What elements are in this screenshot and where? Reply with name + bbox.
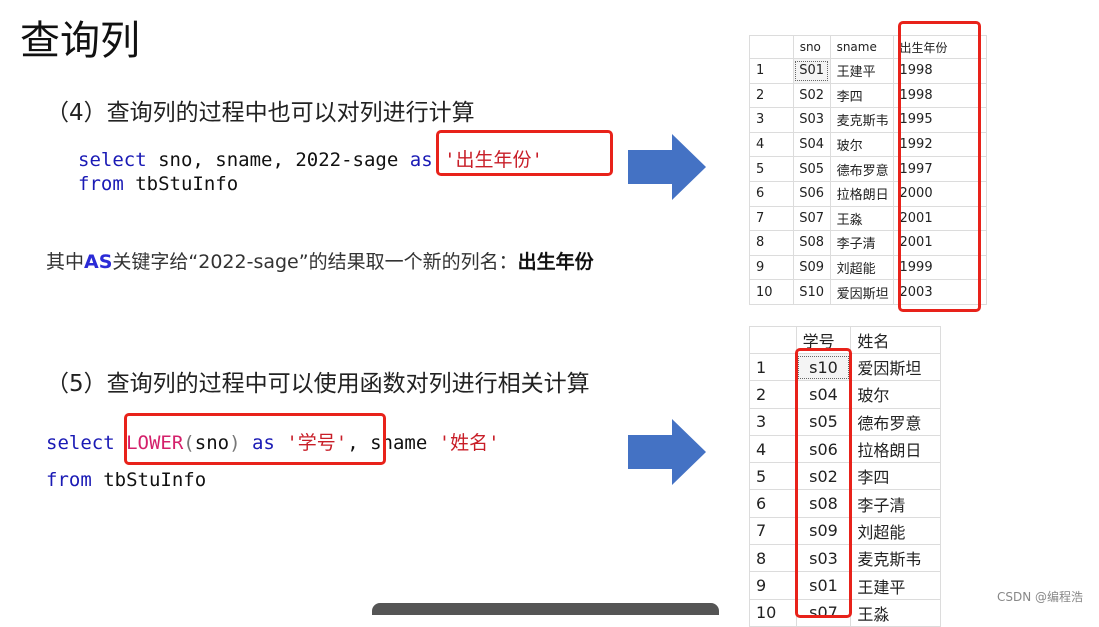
row-number[interactable]: 1 [749,352,797,382]
page-title: 查询列 [20,18,140,64]
highlight-box-lower [124,413,386,465]
table-cell[interactable]: 德布罗意 [850,407,941,436]
row-number[interactable]: 6 [749,180,794,207]
table-cell[interactable]: 刘超能 [850,516,941,546]
section5-heading: （5）查询列的过程中可以使用函数对列进行相关计算 [46,371,590,397]
arrow-right-icon [628,419,706,485]
table-cell[interactable]: S01 [792,58,831,84]
note-mid: 关键字给“2022-sage”的结果取一个新的列名： [112,251,518,273]
table-cell[interactable]: 玻尔 [850,380,941,409]
row-number[interactable]: 4 [749,131,794,158]
table-cell[interactable]: 李四 [850,462,941,491]
table-cell[interactable]: 李四 [829,82,894,109]
row-number[interactable]: 10 [749,279,794,305]
table-cell[interactable]: 爱因斯坦 [829,279,894,305]
row-number[interactable]: 6 [749,489,797,518]
note-bold: 出生年份 [517,251,594,273]
table-cell[interactable]: 麦克斯韦 [829,107,894,133]
column-header[interactable] [749,326,797,354]
code-keyword-as: as [409,149,433,171]
section4-code-line2: from tbStuInfo [78,173,238,195]
row-number[interactable]: 5 [749,156,794,182]
table-cell[interactable]: 刘超能 [829,254,894,281]
table-cell[interactable]: S05 [792,156,831,182]
row-number[interactable]: 3 [749,107,794,133]
code-keyword-from: from [46,469,92,491]
code-keyword-select: select [78,149,147,171]
row-number[interactable]: 3 [749,407,797,436]
table-cell[interactable]: 德布罗意 [829,156,894,182]
table-cell[interactable]: S06 [792,180,831,207]
table-cell[interactable]: S03 [792,107,831,133]
note-as-keyword: AS [84,251,113,273]
table-cell[interactable]: 王建平 [850,571,941,600]
row-number[interactable]: 1 [749,58,794,84]
row-number[interactable]: 8 [749,544,797,573]
table-cell[interactable]: S09 [792,254,831,281]
section5-code-line2: from tbStuInfo [46,469,206,491]
table-cell[interactable]: S02 [792,82,831,109]
note-prefix: 其中 [46,251,85,273]
code-alias-string-2: '姓名' [438,432,500,454]
table-cell[interactable]: 王建平 [829,58,894,84]
table-cell[interactable]: 拉格朗日 [850,434,941,464]
highlight-box-birthyear-column [898,21,981,312]
code-keyword-from: from [78,173,124,195]
table-cell[interactable]: S07 [792,205,831,232]
table-cell[interactable]: 爱因斯坦 [850,352,941,382]
bottom-toolbar [372,603,719,615]
column-header[interactable] [749,35,794,59]
watermark: CSDN @编程浩 [996,590,1083,604]
table-cell[interactable]: 王淼 [829,205,894,232]
table-cell[interactable]: 李子清 [850,489,941,518]
row-number[interactable]: 2 [749,82,794,109]
row-number[interactable]: 7 [749,516,797,546]
table-cell[interactable]: S04 [792,131,831,158]
table-cell[interactable]: 拉格朗日 [829,180,894,207]
row-number[interactable]: 9 [749,254,794,281]
highlight-box-studentno-column [795,348,852,618]
section4-note: 其中AS关键字给“2022-sage”的结果取一个新的列名：出生年份 [46,247,594,274]
arrow-right-icon [628,134,706,200]
table-cell[interactable]: 玻尔 [829,131,894,158]
row-number[interactable]: 8 [749,230,794,256]
code-table-name: tbStuInfo [123,173,239,195]
table-cell[interactable]: 麦克斯韦 [850,544,941,573]
table-cell[interactable]: 李子清 [829,230,894,256]
table-cell[interactable]: S08 [792,230,831,256]
row-number[interactable]: 5 [749,462,797,491]
row-number[interactable]: 9 [749,571,797,600]
row-number[interactable]: 2 [749,380,797,409]
section4-heading: （4）查询列的过程中也可以对列进行计算 [46,100,475,126]
row-number[interactable]: 4 [749,434,797,464]
row-number[interactable]: 7 [749,205,794,232]
code-keyword-select: select [46,432,115,454]
code-table-name: tbStuInfo [91,469,207,491]
code-columns: sno, sname, 2022-sage [146,149,410,171]
column-header[interactable]: sno [792,35,831,59]
column-header[interactable]: sname [829,35,894,59]
highlight-box-alias [436,130,613,176]
table-cell[interactable]: S10 [792,279,831,305]
column-header[interactable]: 姓名 [850,326,941,354]
